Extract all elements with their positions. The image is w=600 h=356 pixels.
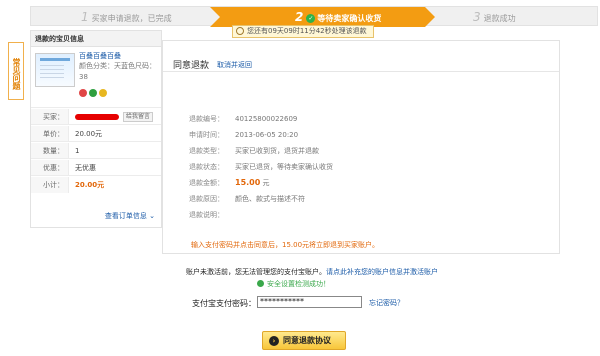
detail-row: 申请时间： 2013-06-05 20:20	[189, 127, 333, 143]
chevron-down-icon: ⌄	[149, 212, 155, 220]
detail-label: 退款金额：	[189, 179, 224, 187]
product-name-link[interactable]: 百叠百叠百叠	[79, 51, 121, 61]
account-note-text: 账户未激活前，您无法管理您的支付宝账户。	[186, 268, 326, 276]
subtotal-label: 小计：	[31, 177, 69, 193]
refund-notice: 输入支付密码并点击同意后，15.00元将立即退到买家账户。	[191, 241, 380, 249]
detail-label: 申请时间：	[189, 131, 224, 139]
discount-label: 优惠：	[31, 160, 69, 176]
arrow-right-icon: ›	[269, 336, 279, 346]
progress-steps: 1 买家申请退款，已完成 2 ✓ 等待卖家确认收货 3 退款成功	[30, 6, 598, 27]
refund-item-panel: 退款的宝贝信息 百叠百叠百叠 颜色分类：天蓝色尺码：38 买家： 给我留言 单价：…	[30, 30, 162, 228]
step-2-active: 2 ✓ 等待卖家确认收货	[210, 7, 435, 27]
password-label: 支付宝支付密码：	[192, 299, 256, 308]
discount-value: 无优惠	[75, 164, 96, 172]
agree-refund-button[interactable]: › 同意退款协议	[262, 331, 346, 350]
check-circle-icon	[257, 280, 264, 287]
agree-refund-label: 同意退款协议	[283, 336, 331, 345]
forgot-password-link[interactable]: 忘记密码？	[369, 298, 404, 308]
refund-number: 40125800022609	[235, 115, 298, 123]
countdown-notice: 您还有09天09时11分42秒处理该退款	[232, 25, 374, 38]
refund-amount-unit: 元	[262, 179, 270, 187]
step-2-label: 等待卖家确认收货	[317, 14, 382, 23]
detail-row: 退款类型： 买家已收到货，退货并退款	[189, 143, 333, 159]
main-header: 同意退款 取消并返回	[163, 54, 559, 72]
price-row: 单价： 20.00元	[31, 124, 161, 142]
badge-icon[interactable]	[89, 89, 97, 97]
step-1-label: 买家申请退款，已完成	[91, 14, 172, 23]
subtotal-row: 小计： 20.00元	[31, 175, 161, 193]
buyer-name-redacted	[75, 113, 119, 120]
product-thumbnail[interactable]	[35, 53, 75, 87]
security-check-text: 安全设置检测成功！	[267, 280, 330, 288]
detail-label: 退款编号：	[189, 115, 224, 123]
refund-main-panel: 同意退款 取消并返回 退款编号： 40125800022609 申请时间： 2013…	[162, 40, 560, 254]
countdown-text: 您还有09天09时11分42秒处理该退款	[247, 27, 367, 35]
check-icon: ✓	[306, 14, 316, 23]
quantity-value: 1	[75, 147, 80, 155]
badge-icon[interactable]	[79, 89, 87, 97]
quantity-row: 数量： 1	[31, 141, 161, 159]
faq-tab[interactable]: 常见问题	[8, 42, 24, 100]
step-3: 3 退款成功	[473, 7, 516, 27]
buyer-label: 买家：	[31, 109, 69, 125]
detail-label: 退款类型：	[189, 147, 224, 155]
detail-label: 退款原因：	[189, 195, 224, 203]
service-badges	[79, 89, 109, 99]
apply-time: 2013-06-05 20:20	[235, 131, 299, 139]
refund-status: 买家已退货，等待卖家确认收货	[235, 163, 333, 171]
buyer-row: 买家： 给我留言	[31, 107, 161, 125]
step-3-number: 3	[473, 10, 481, 24]
quantity-label: 数量：	[31, 143, 69, 159]
price-label: 单价：	[31, 126, 69, 142]
detail-label: 退款状态：	[189, 163, 224, 171]
page-title: 同意退款	[173, 61, 210, 71]
subtotal-value: 20.00元	[75, 181, 105, 189]
price-value: 20.00元	[75, 130, 103, 138]
badge-icon[interactable]	[99, 89, 107, 97]
message-button[interactable]: 给我留言	[123, 111, 154, 122]
step-1-number: 1	[81, 10, 89, 24]
product-spec: 颜色分类：天蓝色尺码：38	[79, 62, 156, 81]
step-1: 1 买家申请退款，已完成	[81, 7, 172, 27]
cancel-return-link[interactable]: 取消并返回	[217, 60, 252, 70]
refund-reason: 颜色、款式与描述不符	[235, 195, 305, 203]
detail-row: 退款金额： 15.00 元	[189, 175, 333, 191]
security-check-status: 安全设置检测成功！	[257, 279, 330, 289]
refund-amount: 15.00	[235, 178, 261, 187]
detail-row: 退款编号： 40125800022609	[189, 111, 333, 127]
panel-title: 退款的宝贝信息	[31, 31, 161, 47]
detail-row: 退款说明：	[189, 207, 333, 223]
payment-password-input[interactable]: ***********	[257, 296, 362, 308]
refund-details: 退款编号： 40125800022609 申请时间： 2013-06-05 20:2…	[189, 111, 333, 223]
view-order-link[interactable]: 查看订单信息 ⌄	[105, 211, 155, 221]
view-order-label: 查看订单信息	[104, 212, 147, 220]
step-2-number: 2	[295, 10, 304, 24]
refund-type: 买家已收到货，退货并退款	[235, 147, 319, 155]
activate-account-link[interactable]: 请点此补充您的账户信息并激活账户	[326, 268, 438, 276]
detail-label: 退款说明：	[189, 211, 224, 219]
detail-row: 退款原因： 颜色、款式与描述不符	[189, 191, 333, 207]
discount-row: 优惠： 无优惠	[31, 158, 161, 176]
step-3-label: 退款成功	[483, 14, 516, 23]
product-info: 百叠百叠百叠 颜色分类：天蓝色尺码：38	[31, 47, 161, 107]
detail-row: 退款状态： 买家已退货，等待卖家确认收货	[189, 159, 333, 175]
clock-icon	[236, 27, 244, 35]
account-activation-note: 账户未激活前，您无法管理您的支付宝账户。请点此补充您的账户信息并激活账户	[186, 267, 438, 277]
